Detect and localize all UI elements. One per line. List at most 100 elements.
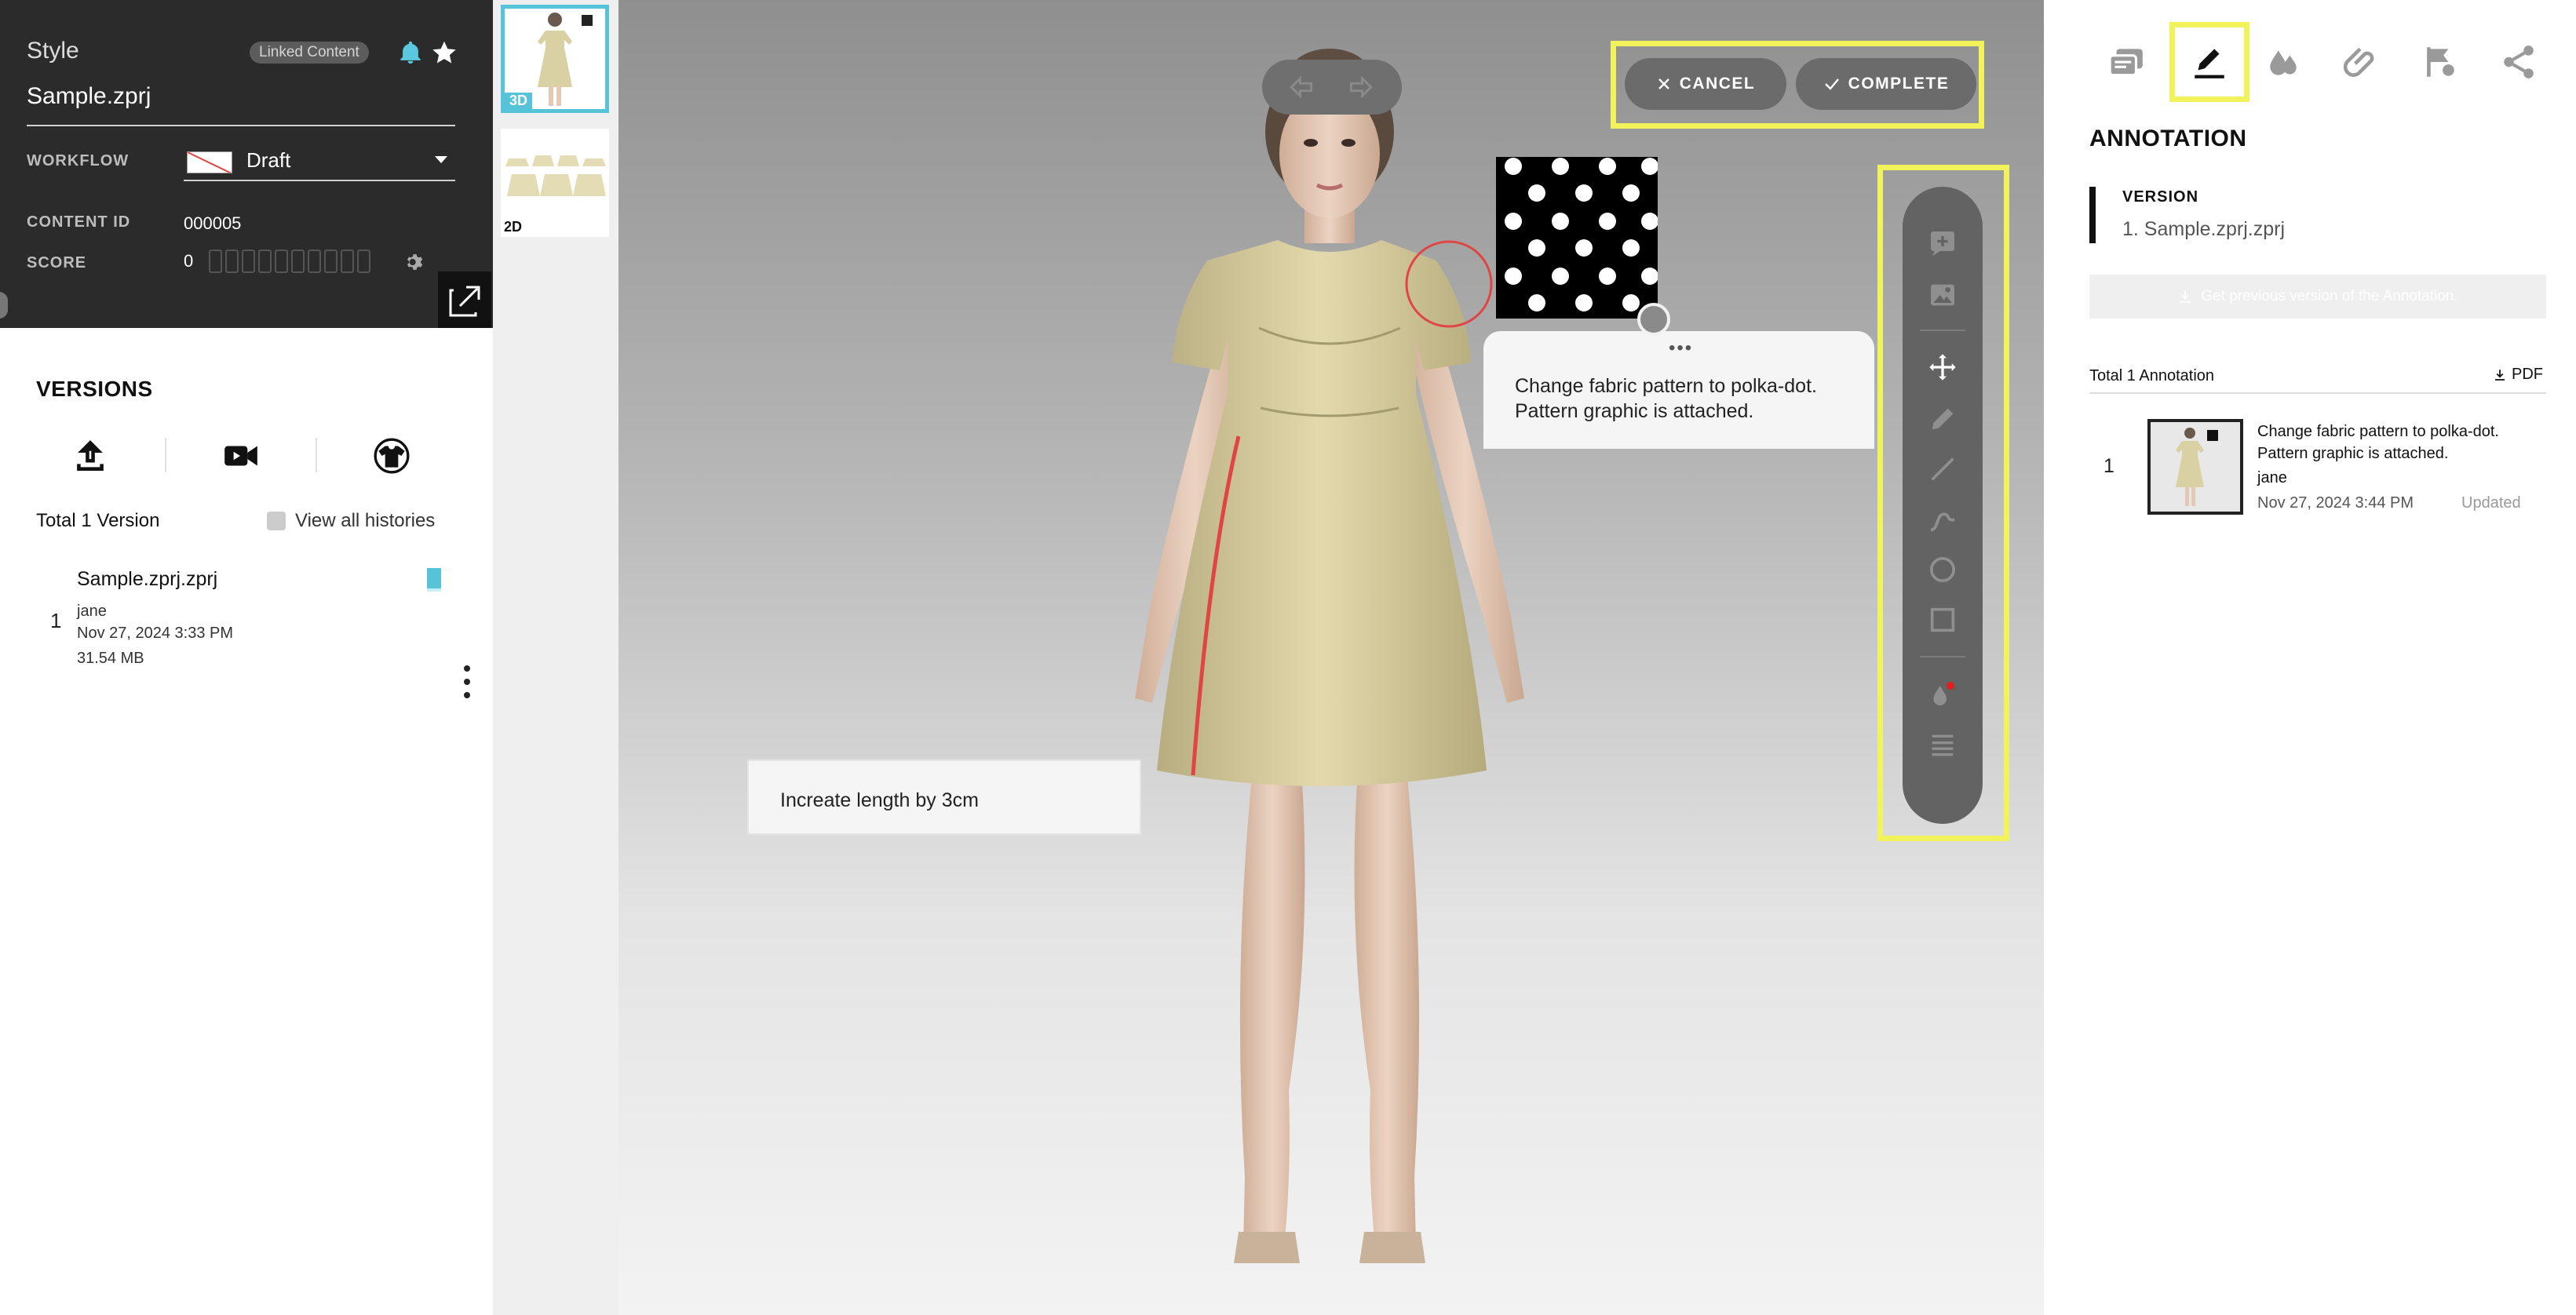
score-label: SCORE — [27, 254, 87, 271]
annotation-title: ANNOTATION — [2089, 126, 2247, 151]
annotation-item-thumbnail[interactable] — [2147, 419, 2243, 515]
complete-label: COMPLETE — [1848, 75, 1950, 93]
redo-icon[interactable] — [1345, 72, 1377, 102]
stroke-width-icon[interactable] — [1927, 730, 1958, 761]
flag-icon[interactable] — [2421, 42, 2460, 82]
share-icon[interactable] — [2499, 42, 2538, 82]
content-id-value: 000005 — [184, 213, 242, 233]
version-size: 31.54 MB — [77, 650, 144, 667]
annotation-item-status: Updated — [2461, 494, 2521, 512]
divider — [2089, 392, 2546, 394]
score-box[interactable] — [209, 250, 222, 273]
annotation-item-text: Change fabric pattern to polka-dot. Patt… — [2257, 423, 2499, 462]
kebab-menu-icon[interactable] — [463, 664, 471, 700]
circle-icon[interactable] — [1927, 554, 1958, 585]
pattern-2d-thumbnail-image — [505, 155, 606, 196]
thumbnail-2d-label: 2D — [504, 219, 523, 235]
gear-icon[interactable] — [403, 251, 425, 273]
versions-total: Total 1 Version — [36, 510, 160, 531]
workflow-value: Draft — [246, 148, 291, 172]
star-icon[interactable] — [430, 38, 458, 67]
attachment-info-badge[interactable] — [1637, 303, 1670, 336]
annotation-item-number: 1 — [2103, 455, 2114, 477]
view-all-histories-label[interactable]: View all histories — [295, 510, 435, 532]
annotation-panel: ANNOTATION VERSION 1. Sample.zprj.zprj G… — [2044, 0, 2576, 1315]
left-panel: Style Linked Content Sample.zprj WORKFLO… — [0, 0, 493, 1315]
score-box[interactable] — [275, 250, 288, 273]
annotation-note-fabric[interactable]: ••• Change fabric pattern to polka-dot. … — [1483, 331, 1874, 449]
avatar-dress-render — [1135, 49, 1524, 1263]
curve-icon[interactable] — [1927, 504, 1958, 535]
video-camera-icon[interactable] — [221, 436, 261, 475]
external-link-icon — [449, 286, 480, 317]
score-box[interactable] — [242, 250, 255, 273]
move-icon[interactable] — [1927, 352, 1958, 383]
view-all-histories-checkbox[interactable] — [267, 512, 286, 530]
file-name-divider — [27, 125, 455, 126]
workflow-select[interactable]: Draft — [184, 145, 455, 181]
version-file-name[interactable]: Sample.zprj.zprj — [77, 568, 217, 591]
open-external-button[interactable] — [438, 271, 491, 328]
annotation-note-length[interactable]: Increate length by 3cm — [747, 759, 1141, 835]
pen-icon[interactable] — [1927, 403, 1958, 435]
colorway-drops-icon[interactable] — [2264, 42, 2303, 82]
collapse-handle[interactable] — [0, 292, 8, 319]
import-icon — [2180, 290, 2191, 303]
pdf-download-button[interactable]: PDF — [2493, 366, 2543, 384]
workflow-status-swatch — [187, 151, 232, 173]
score-box[interactable] — [225, 250, 239, 273]
cancel-label: CANCEL — [1679, 75, 1756, 93]
upload-icon[interactable] — [71, 436, 110, 475]
toolbar-divider — [1920, 656, 1965, 658]
color-icon[interactable] — [1927, 678, 1958, 709]
thumbnail-2d[interactable]: 2D — [501, 129, 609, 237]
toolbar-divider — [1920, 330, 1965, 331]
version-accent-bar — [2089, 187, 2096, 243]
garment-compare-icon[interactable] — [372, 436, 411, 475]
score-box[interactable] — [308, 250, 321, 273]
version-date: Nov 27, 2024 3:33 PM — [77, 625, 234, 642]
cancel-button[interactable]: CANCEL — [1625, 58, 1786, 110]
score-rating-bar[interactable] — [209, 250, 370, 273]
version-color-tag — [427, 568, 441, 592]
annotation-version-label: VERSION — [2122, 188, 2199, 206]
polka-dot-attachment-image[interactable] — [1496, 157, 1658, 319]
note-menu-icon[interactable]: ••• — [1669, 336, 1693, 361]
annotation-total: Total 1 Annotation — [2089, 367, 2215, 384]
chevron-down-icon — [435, 156, 447, 163]
pdf-label: PDF — [2512, 366, 2543, 383]
line-icon[interactable] — [1927, 454, 1958, 485]
annotation-pen-icon[interactable] — [2190, 42, 2229, 82]
annotation-item-user: jane — [2257, 469, 2287, 486]
annotation-note-text: Change fabric pattern to polka-dot. — [1515, 375, 1817, 397]
annotation-note-text: Pattern graphic is attached. — [1515, 400, 1754, 422]
thumbnail-3d[interactable]: 3D — [501, 5, 609, 113]
3d-viewport[interactable]: CANCEL COMPLETE Increate length by 3cm •… — [618, 0, 2044, 1315]
add-image-icon[interactable] — [1927, 279, 1958, 311]
version-number: 1 — [50, 609, 62, 632]
attachment-icon[interactable] — [2342, 42, 2381, 82]
undo-redo-group — [1262, 60, 1402, 115]
score-box[interactable] — [341, 250, 354, 273]
divider — [165, 438, 166, 472]
rectangle-icon[interactable] — [1927, 604, 1958, 636]
score-box[interactable] — [291, 250, 305, 273]
annotation-version-value: 1. Sample.zprj.zprj — [2122, 218, 2286, 240]
get-previous-annotation-button[interactable]: Get previous version of the Annotation. — [2089, 275, 2546, 319]
workflow-label: WORKFLOW — [27, 152, 130, 169]
style-section-label: Style — [27, 38, 79, 64]
bell-icon[interactable] — [397, 39, 424, 66]
download-icon — [2495, 369, 2505, 381]
version-user: jane — [77, 603, 107, 620]
score-box[interactable] — [258, 250, 272, 273]
thumbnail-3d-label: 3D — [505, 93, 533, 109]
add-note-icon[interactable] — [1927, 228, 1958, 259]
linked-content-badge: Linked Content — [250, 42, 369, 64]
divider — [316, 438, 317, 472]
score-box[interactable] — [357, 250, 370, 273]
comments-icon[interactable] — [2107, 42, 2146, 82]
style-header: Style Linked Content Sample.zprj WORKFLO… — [0, 0, 493, 328]
score-box[interactable] — [324, 250, 338, 273]
undo-icon[interactable] — [1286, 72, 1317, 102]
complete-button[interactable]: COMPLETE — [1796, 58, 1976, 110]
